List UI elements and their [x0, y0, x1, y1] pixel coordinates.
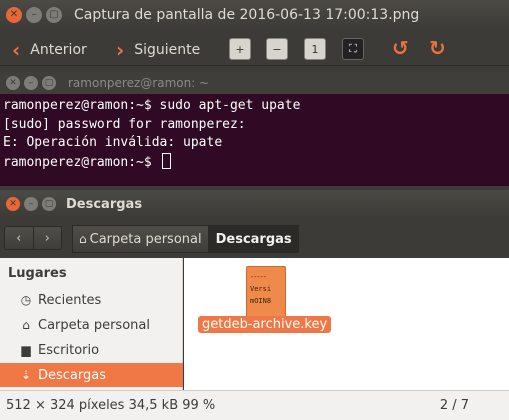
- close-icon[interactable]: ✕: [6, 197, 20, 211]
- home-icon: ⌂: [22, 318, 30, 332]
- breadcrumb-current[interactable]: Descargas: [208, 225, 299, 253]
- terminal-window-controls: ✕ – ▢: [6, 76, 56, 90]
- close-icon[interactable]: ✕: [6, 76, 20, 90]
- terminal-line: ramonperez@ramon:~$ sudo apt-get upate: [3, 98, 301, 113]
- breadcrumb: ⌂ Carpeta personal Descargas: [72, 225, 299, 253]
- terminal-line: [sudo] password for ramonperez:: [3, 116, 246, 132]
- image-position: 2 / 7: [439, 398, 469, 413]
- terminal-output[interactable]: ramonperez@ramon:~$ sudo apt-get upate […: [0, 94, 509, 186]
- window-title: Captura de pantalla de 2016-06-13 17:00:…: [74, 7, 420, 23]
- home-icon: ⌂: [79, 232, 87, 246]
- breadcrumb-home-label: Carpeta personal: [89, 231, 202, 247]
- sidebar-item-label: Descargas: [38, 367, 107, 383]
- status-bar: 512 × 324 píxeles 34,5 kB 99 % 2 / 7: [0, 390, 509, 420]
- zoom-normal-icon[interactable]: 1: [304, 38, 326, 60]
- minimize-icon[interactable]: –: [26, 7, 42, 23]
- sidebar-item-recientes[interactable]: ◷ Recientes: [0, 288, 183, 312]
- image-info: 512 × 324 píxeles 34,5 kB 99 %: [6, 398, 216, 413]
- maximize-icon[interactable]: ▢: [42, 197, 56, 211]
- rotate-left-icon[interactable]: ↺: [392, 36, 409, 60]
- terminal-prompt-line: ramonperez@ramon:~$: [3, 152, 506, 173]
- file-view[interactable]: ----- Versi mOIN8 getdeb-archive.key: [184, 258, 509, 390]
- history-nav: ‹ ›: [4, 226, 62, 250]
- sidebar-heading: Lugares: [8, 266, 67, 281]
- download-icon: ⇣: [20, 368, 32, 382]
- maximize-icon[interactable]: ▢: [42, 76, 56, 90]
- file-icon-text: mOIN8: [250, 297, 272, 305]
- maximize-icon[interactable]: ▢: [46, 7, 62, 23]
- close-icon[interactable]: ✕: [6, 7, 22, 23]
- viewer-titlebar: ✕ – ▢ Captura de pantalla de 2016-06-13 …: [0, 0, 509, 30]
- breadcrumb-current-label: Descargas: [215, 231, 292, 247]
- terminal-prompt: ramonperez@ramon:~$: [3, 154, 160, 170]
- viewer-toolbar: ‹ Anterior › Siguiente + − 1 ⛶ ↺ ↻: [0, 30, 509, 66]
- terminal-cursor: [161, 152, 171, 169]
- terminal-titlebar: ✕ – ▢ ramonperez@ramon: ~: [0, 72, 509, 94]
- minimize-icon[interactable]: –: [24, 197, 38, 211]
- next-label: Siguiente: [134, 42, 201, 58]
- file-icon-text: Versi: [250, 285, 272, 293]
- sidebar-item-descargas[interactable]: ⇣ Descargas: [0, 363, 183, 387]
- file-manager-toolbar: ‹ › ⌂ Carpeta personal Descargas: [0, 218, 509, 258]
- chevron-left-icon: ‹: [12, 38, 21, 62]
- zoom-fit-icon[interactable]: ⛶: [342, 38, 364, 60]
- file-manager-title: Descargas: [66, 196, 143, 212]
- terminal-line: E: Operación inválida: upate: [3, 135, 223, 150]
- folder-icon: ▆: [21, 343, 31, 357]
- terminal-title: ramonperez@ramon: ~: [68, 76, 210, 90]
- next-button[interactable]: › Siguiente: [116, 38, 200, 62]
- viewer-window-controls: ✕ – ▢: [6, 7, 62, 23]
- minimize-icon[interactable]: –: [24, 76, 38, 90]
- back-arrow-icon[interactable]: ‹: [5, 227, 33, 249]
- file-manager-window-controls: ✕ – ▢: [6, 197, 56, 211]
- chevron-right-icon: ›: [116, 38, 125, 62]
- forward-arrow-icon[interactable]: ›: [32, 227, 62, 249]
- previous-label: Anterior: [30, 42, 87, 58]
- zoom-out-icon[interactable]: −: [266, 38, 288, 60]
- previous-button[interactable]: ‹ Anterior: [12, 38, 87, 62]
- breadcrumb-home[interactable]: ⌂ Carpeta personal: [72, 225, 209, 253]
- sidebar-item-label: Carpeta personal: [38, 317, 150, 333]
- places-sidebar: Lugares ◷ Recientes ⌂ Carpeta personal ▆…: [0, 258, 183, 390]
- key-file-icon[interactable]: ----- Versi mOIN8: [246, 266, 286, 318]
- zoom-in-icon[interactable]: +: [229, 38, 251, 60]
- sidebar-item-label: Recientes: [38, 292, 102, 308]
- file-manager-titlebar: ✕ – ▢ Descargas: [0, 190, 509, 218]
- sidebar-item-label: Escritorio: [38, 342, 100, 358]
- clock-icon: ◷: [20, 293, 32, 307]
- file-name-label[interactable]: getdeb-archive.key: [198, 316, 332, 333]
- sidebar-item-carpeta-personal[interactable]: ⌂ Carpeta personal: [0, 313, 183, 337]
- sidebar-item-escritorio[interactable]: ▆ Escritorio: [0, 338, 183, 362]
- rotate-right-icon[interactable]: ↻: [429, 36, 446, 60]
